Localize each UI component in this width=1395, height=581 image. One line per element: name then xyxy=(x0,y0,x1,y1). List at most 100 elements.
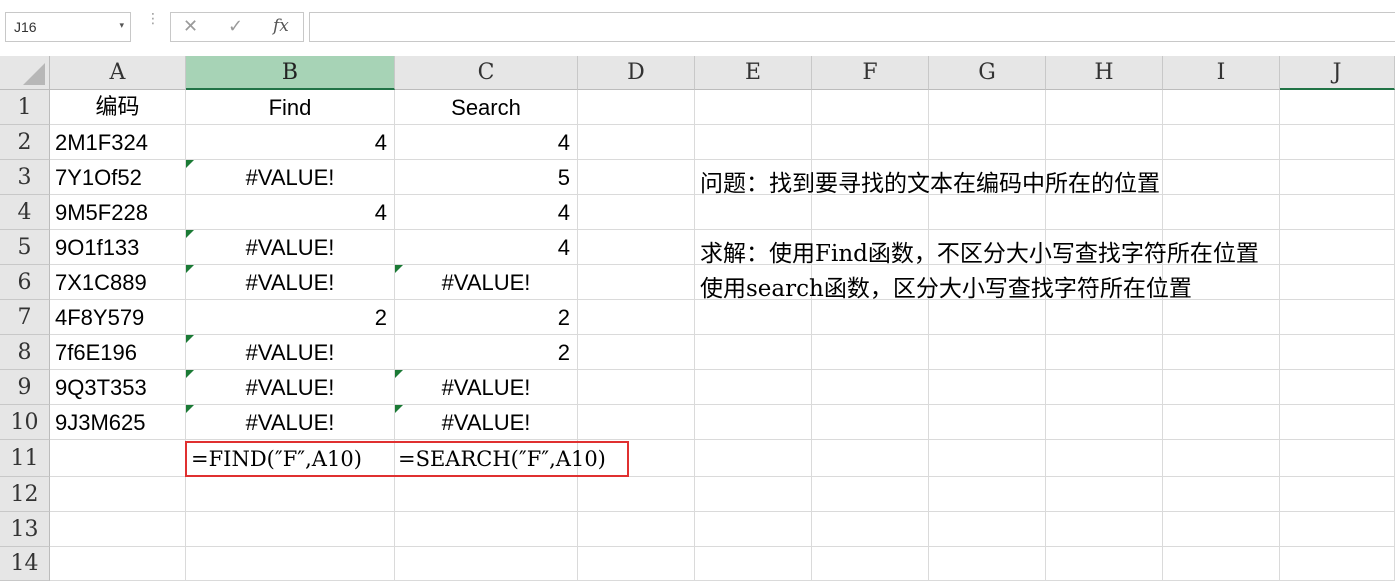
cell-d5[interactable] xyxy=(578,230,695,265)
cell-f11[interactable] xyxy=(812,440,929,477)
column-header-e[interactable]: E xyxy=(695,56,812,90)
cell-i3[interactable] xyxy=(1163,160,1280,195)
cell-b13[interactable] xyxy=(186,512,395,547)
cell-j6[interactable] xyxy=(1280,265,1395,300)
cell-a12[interactable] xyxy=(50,477,186,512)
cell-f12[interactable] xyxy=(812,477,929,512)
row-header-6[interactable]: 6 xyxy=(0,265,50,300)
cell-e2[interactable] xyxy=(695,125,812,160)
row-header-4[interactable]: 4 xyxy=(0,195,50,230)
cell-j10[interactable] xyxy=(1280,405,1395,440)
row-header-8[interactable]: 8 xyxy=(0,335,50,370)
column-header-g[interactable]: G xyxy=(929,56,1046,90)
cell-f13[interactable] xyxy=(812,512,929,547)
cell-a14[interactable] xyxy=(50,547,186,581)
cell-h8[interactable] xyxy=(1046,335,1163,370)
cell-h4[interactable] xyxy=(1046,195,1163,230)
cell-h13[interactable] xyxy=(1046,512,1163,547)
cell-b5[interactable]: #VALUE! xyxy=(186,230,395,265)
cell-c14[interactable] xyxy=(395,547,578,581)
cell-i7[interactable] xyxy=(1163,300,1280,335)
cell-a10[interactable]: 9J3M625 xyxy=(50,405,186,440)
cell-j3[interactable] xyxy=(1280,160,1395,195)
column-header-f[interactable]: F xyxy=(812,56,929,90)
cell-i13[interactable] xyxy=(1163,512,1280,547)
cell-d10[interactable] xyxy=(578,405,695,440)
cell-f8[interactable] xyxy=(812,335,929,370)
cell-g7[interactable] xyxy=(929,300,1046,335)
cell-j14[interactable] xyxy=(1280,547,1395,581)
cell-j13[interactable] xyxy=(1280,512,1395,547)
cell-i12[interactable] xyxy=(1163,477,1280,512)
cell-a13[interactable] xyxy=(50,512,186,547)
cell-d4[interactable] xyxy=(578,195,695,230)
cell-c13[interactable] xyxy=(395,512,578,547)
cell-e14[interactable] xyxy=(695,547,812,581)
insert-function-icon[interactable]: fx xyxy=(273,16,289,36)
cell-d2[interactable] xyxy=(578,125,695,160)
cell-a3[interactable]: 7Y1Of52 xyxy=(50,160,186,195)
row-header-11[interactable]: 11 xyxy=(0,440,50,477)
cell-j12[interactable] xyxy=(1280,477,1395,512)
cell-d8[interactable] xyxy=(578,335,695,370)
cell-a11[interactable] xyxy=(50,440,186,477)
cell-c6[interactable]: #VALUE! xyxy=(395,265,578,300)
cell-d9[interactable] xyxy=(578,370,695,405)
cell-i9[interactable] xyxy=(1163,370,1280,405)
cell-c1[interactable]: Search xyxy=(395,90,578,125)
cell-g10[interactable] xyxy=(929,405,1046,440)
cell-g13[interactable] xyxy=(929,512,1046,547)
cell-h11[interactable] xyxy=(1046,440,1163,477)
cell-d14[interactable] xyxy=(578,547,695,581)
cell-i1[interactable] xyxy=(1163,90,1280,125)
cell-a4[interactable]: 9M5F228 xyxy=(50,195,186,230)
cell-h7[interactable] xyxy=(1046,300,1163,335)
cell-b1[interactable]: Find xyxy=(186,90,395,125)
cell-e7[interactable] xyxy=(695,300,812,335)
enter-icon[interactable]: ✓ xyxy=(228,16,243,37)
chevron-down-icon[interactable]: ▾ xyxy=(119,20,124,31)
name-box[interactable]: J16 ▾ xyxy=(5,12,131,42)
cell-c12[interactable] xyxy=(395,477,578,512)
cell-g12[interactable] xyxy=(929,477,1046,512)
cell-i8[interactable] xyxy=(1163,335,1280,370)
cell-a1[interactable]: 编码 xyxy=(50,90,186,125)
column-header-d[interactable]: D xyxy=(578,56,695,90)
cell-b4[interactable]: 4 xyxy=(186,195,395,230)
cell-d1[interactable] xyxy=(578,90,695,125)
cell-g11[interactable] xyxy=(929,440,1046,477)
cell-i10[interactable] xyxy=(1163,405,1280,440)
cell-h10[interactable] xyxy=(1046,405,1163,440)
cancel-icon[interactable]: ✕ xyxy=(183,16,198,37)
cell-e12[interactable] xyxy=(695,477,812,512)
cell-f10[interactable] xyxy=(812,405,929,440)
cell-h2[interactable] xyxy=(1046,125,1163,160)
cell-e4[interactable] xyxy=(695,195,812,230)
row-header-12[interactable]: 12 xyxy=(0,477,50,512)
cell-b8[interactable]: #VALUE! xyxy=(186,335,395,370)
cell-c9[interactable]: #VALUE! xyxy=(395,370,578,405)
cell-b10[interactable]: #VALUE! xyxy=(186,405,395,440)
cell-j7[interactable] xyxy=(1280,300,1395,335)
cell-f4[interactable] xyxy=(812,195,929,230)
cell-c5[interactable]: 4 xyxy=(395,230,578,265)
cell-g2[interactable] xyxy=(929,125,1046,160)
row-header-3[interactable]: 3 xyxy=(0,160,50,195)
row-header-10[interactable]: 10 xyxy=(0,405,50,440)
cell-f14[interactable] xyxy=(812,547,929,581)
cell-h14[interactable] xyxy=(1046,547,1163,581)
cell-d6[interactable] xyxy=(578,265,695,300)
cell-e10[interactable] xyxy=(695,405,812,440)
cell-c8[interactable]: 2 xyxy=(395,335,578,370)
cell-g8[interactable] xyxy=(929,335,1046,370)
cell-e9[interactable] xyxy=(695,370,812,405)
cell-c3[interactable]: 5 xyxy=(395,160,578,195)
cell-j11[interactable] xyxy=(1280,440,1395,477)
cell-g4[interactable] xyxy=(929,195,1046,230)
cell-c4[interactable]: 4 xyxy=(395,195,578,230)
row-header-5[interactable]: 5 xyxy=(0,230,50,265)
cell-j5[interactable] xyxy=(1280,230,1395,265)
column-header-j[interactable]: J xyxy=(1280,56,1395,90)
column-header-b[interactable]: B xyxy=(186,56,395,90)
column-header-h[interactable]: H xyxy=(1046,56,1163,90)
